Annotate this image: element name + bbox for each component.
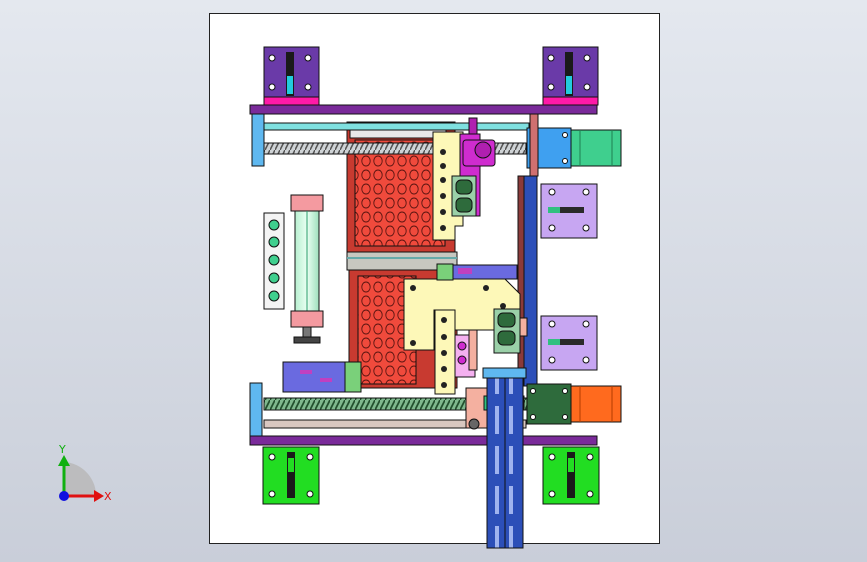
right-lower-lilac-bracket (540, 315, 598, 371)
lower-magenta-clamp (454, 329, 478, 378)
cad-viewport[interactable]: Y X (0, 0, 867, 562)
bottom-right-bracket (542, 446, 600, 505)
vertical-hole-plate (434, 309, 456, 395)
left-clamp-bar (263, 212, 285, 310)
top-right-bracket (542, 46, 599, 106)
assembly-drawing: Y X (58, 46, 622, 549)
top-left-bracket (263, 46, 320, 106)
vertical-guide-column (522, 175, 538, 387)
bottom-linear-slide (482, 367, 527, 549)
upper-stepper-motor (526, 127, 622, 169)
middle-cylinder-top (436, 263, 518, 281)
upper-guide-rod (263, 122, 530, 131)
lower-left-cylinder (282, 361, 362, 393)
z-axis-dot (59, 491, 69, 501)
coordinate-triad: Y X (58, 443, 112, 503)
vertical-pneumatic-cylinder (290, 194, 324, 344)
top-frame-rail (249, 104, 598, 115)
bottom-left-bracket (262, 446, 320, 505)
right-upper-lilac-bracket (540, 183, 598, 239)
upper-gripper (451, 175, 477, 217)
triad-y-label: Y (58, 443, 66, 456)
bottom-end-block (249, 382, 263, 439)
top-end-block (251, 113, 265, 167)
bottom-frame-rail (249, 435, 598, 446)
lower-stepper-motor (526, 383, 622, 425)
triad-x-label: X (104, 490, 112, 503)
